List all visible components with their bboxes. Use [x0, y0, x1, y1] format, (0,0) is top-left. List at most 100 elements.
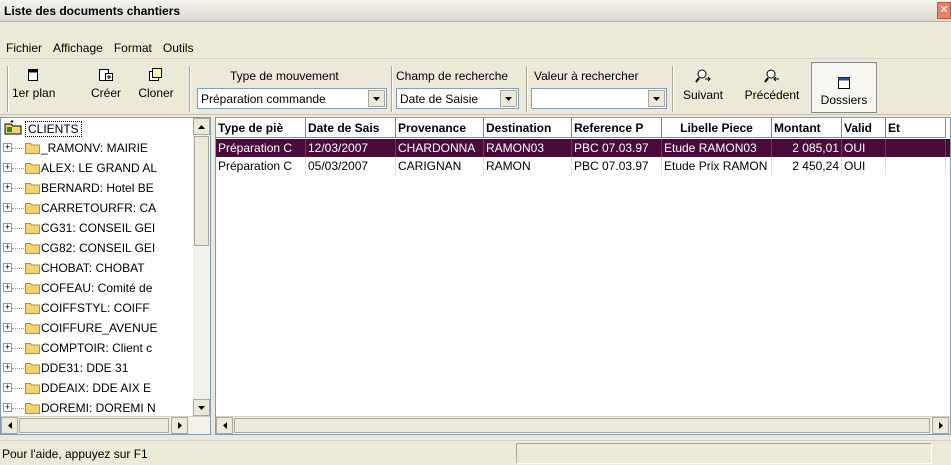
- tree-item[interactable]: + CHOBAT: CHOBAT: [1, 258, 190, 278]
- folders-button[interactable]: Dossiers: [811, 62, 877, 113]
- tree-item-label: CHOBAT: CHOBAT: [41, 261, 145, 275]
- expand-icon[interactable]: +: [3, 163, 12, 172]
- movement-type-value: Préparation commande: [201, 92, 326, 106]
- column-header[interactable]: Destination: [484, 118, 572, 138]
- chevron-right-icon: [938, 422, 943, 429]
- clients-tree[interactable]: CLIENTS + _RAMONV: MAIRIE + ALEX: LE GRAND …: [0, 117, 211, 435]
- column-header[interactable]: Reference P: [572, 118, 662, 138]
- table-cell: PBC 07.03.97: [572, 157, 662, 175]
- table-cell: CHARDONNA: [396, 139, 484, 157]
- scroll-up-button[interactable]: [193, 118, 210, 135]
- table-row[interactable]: Préparation C 05/03/2007 CARIGNAN RAMON PBC …: [216, 157, 950, 175]
- tree-item[interactable]: + DDE31: DDE 31: [1, 358, 190, 378]
- expand-icon[interactable]: +: [3, 183, 12, 192]
- folder-icon: [25, 323, 40, 334]
- column-header[interactable]: Libelle Piece: [662, 118, 772, 138]
- folder-icon: [25, 383, 40, 394]
- expand-icon[interactable]: +: [3, 343, 12, 352]
- tree-item[interactable]: + BERNARD: Hotel BE: [1, 178, 190, 198]
- menu-fichier[interactable]: Fichier: [6, 41, 42, 55]
- tree-root-label: CLIENTS: [25, 121, 82, 137]
- expand-icon[interactable]: +: [3, 223, 12, 232]
- scroll-thumb[interactable]: [234, 418, 930, 433]
- column-header[interactable]: Provenance: [396, 118, 484, 138]
- tree-connector: [12, 288, 26, 289]
- tree-item[interactable]: + CG82: CONSEIL GEI: [1, 238, 190, 258]
- clients-root-icon: [4, 120, 22, 135]
- menu-affichage[interactable]: Affichage: [53, 41, 103, 55]
- expand-icon[interactable]: +: [3, 283, 12, 292]
- tree-item-label: BERNARD: Hotel BE: [41, 181, 154, 195]
- tree-item-label: CG82: CONSEIL GEI: [41, 241, 156, 255]
- expand-icon[interactable]: +: [3, 323, 12, 332]
- tree-item[interactable]: + ALEX: LE GRAND AL: [1, 158, 190, 178]
- tree-item-label: DDE31: DDE 31: [41, 361, 129, 375]
- column-header[interactable]: Montant: [772, 118, 842, 138]
- scroll-thumb[interactable]: [194, 136, 209, 246]
- table-cell: PBC 07.03.97: [572, 139, 662, 157]
- expand-icon[interactable]: +: [3, 203, 12, 212]
- folder-icon: [25, 403, 40, 414]
- column-header[interactable]: Et: [886, 118, 946, 138]
- tree-item[interactable]: + DOREMI: DOREMI N: [1, 398, 190, 416]
- tree-item[interactable]: + COMPTOIR: Client c: [1, 338, 190, 358]
- folder-icon: [25, 223, 40, 234]
- tree-connector: [12, 208, 26, 209]
- expand-icon[interactable]: +: [3, 363, 12, 372]
- folder-icon: [25, 263, 40, 274]
- expand-icon[interactable]: +: [3, 243, 12, 252]
- tree-item[interactable]: + COIFFURE_AVENUE: [1, 318, 190, 338]
- column-header[interactable]: Type de piè: [216, 118, 306, 138]
- chevron-down-icon[interactable]: [648, 90, 665, 107]
- previous-button[interactable]: Précédent: [738, 68, 806, 108]
- foreground-button[interactable]: 1er plan: [12, 68, 55, 108]
- table-row[interactable]: Préparation C 12/03/2007 CHARDONNA RAMON03 P…: [216, 139, 950, 157]
- expand-icon[interactable]: +: [3, 403, 12, 412]
- movement-type-label: Type de mouvement: [230, 69, 339, 83]
- search-value-input[interactable]: [531, 88, 667, 109]
- tree-item[interactable]: + _RAMONV: MAIRIE: [1, 138, 190, 158]
- tree-item-label: DOREMI: DOREMI N: [41, 401, 156, 415]
- grid-horizontal-scrollbar[interactable]: [216, 416, 950, 434]
- create-button[interactable]: Créer: [86, 68, 126, 108]
- tree-connector: [12, 348, 26, 349]
- tree-item[interactable]: + COIFFSTYL: COIFF: [1, 298, 190, 318]
- menu-outils[interactable]: Outils: [163, 41, 194, 55]
- column-header[interactable]: Valid: [842, 118, 886, 138]
- expand-icon[interactable]: +: [3, 143, 12, 152]
- expand-icon[interactable]: +: [3, 303, 12, 312]
- chevron-down-icon[interactable]: [500, 90, 517, 107]
- next-button[interactable]: Suivant: [677, 68, 729, 108]
- scroll-thumb[interactable]: [19, 418, 169, 433]
- chevron-left-icon: [222, 422, 227, 429]
- chevron-down-icon[interactable]: [368, 90, 385, 107]
- scroll-right-button[interactable]: [171, 417, 188, 434]
- search-field-select[interactable]: Date de Saisie: [396, 88, 519, 109]
- menu-format[interactable]: Format: [114, 41, 152, 55]
- tree-item[interactable]: + COFEAU: Comité de: [1, 278, 190, 298]
- scroll-down-button[interactable]: [193, 399, 210, 416]
- tree-root[interactable]: CLIENTS: [1, 118, 190, 138]
- folders-button-inner: Dossiers: [812, 77, 876, 117]
- scroll-right-button[interactable]: [932, 417, 949, 434]
- movement-type-select[interactable]: Préparation commande: [197, 88, 387, 109]
- expand-icon[interactable]: +: [3, 383, 12, 392]
- table-cell: 12/03/2007: [306, 139, 396, 157]
- close-button[interactable]: ✕: [937, 2, 951, 19]
- folder-icon: [25, 143, 40, 154]
- tree-item[interactable]: + CG31: CONSEIL GEI: [1, 218, 190, 238]
- scroll-left-button[interactable]: [216, 417, 233, 434]
- scroll-left-button[interactable]: [1, 417, 18, 434]
- column-header[interactable]: Date de Sais: [306, 118, 396, 138]
- folder-icon: [25, 303, 40, 314]
- clone-button[interactable]: Cloner: [134, 68, 178, 108]
- documents-grid[interactable]: Type de piè Date de Sais Provenance Destina…: [215, 117, 951, 435]
- tree-horizontal-scrollbar[interactable]: [1, 416, 210, 434]
- foreground-icon: [28, 69, 38, 81]
- tree-item[interactable]: + CARRETOURFR: CA: [1, 198, 190, 218]
- tree-item[interactable]: + DDEAIX: DDE AIX E: [1, 378, 190, 398]
- next-label: Suivant: [682, 88, 724, 102]
- tree-vertical-scrollbar[interactable]: [193, 118, 210, 416]
- folder-icon: [25, 363, 40, 374]
- expand-icon[interactable]: +: [3, 263, 12, 272]
